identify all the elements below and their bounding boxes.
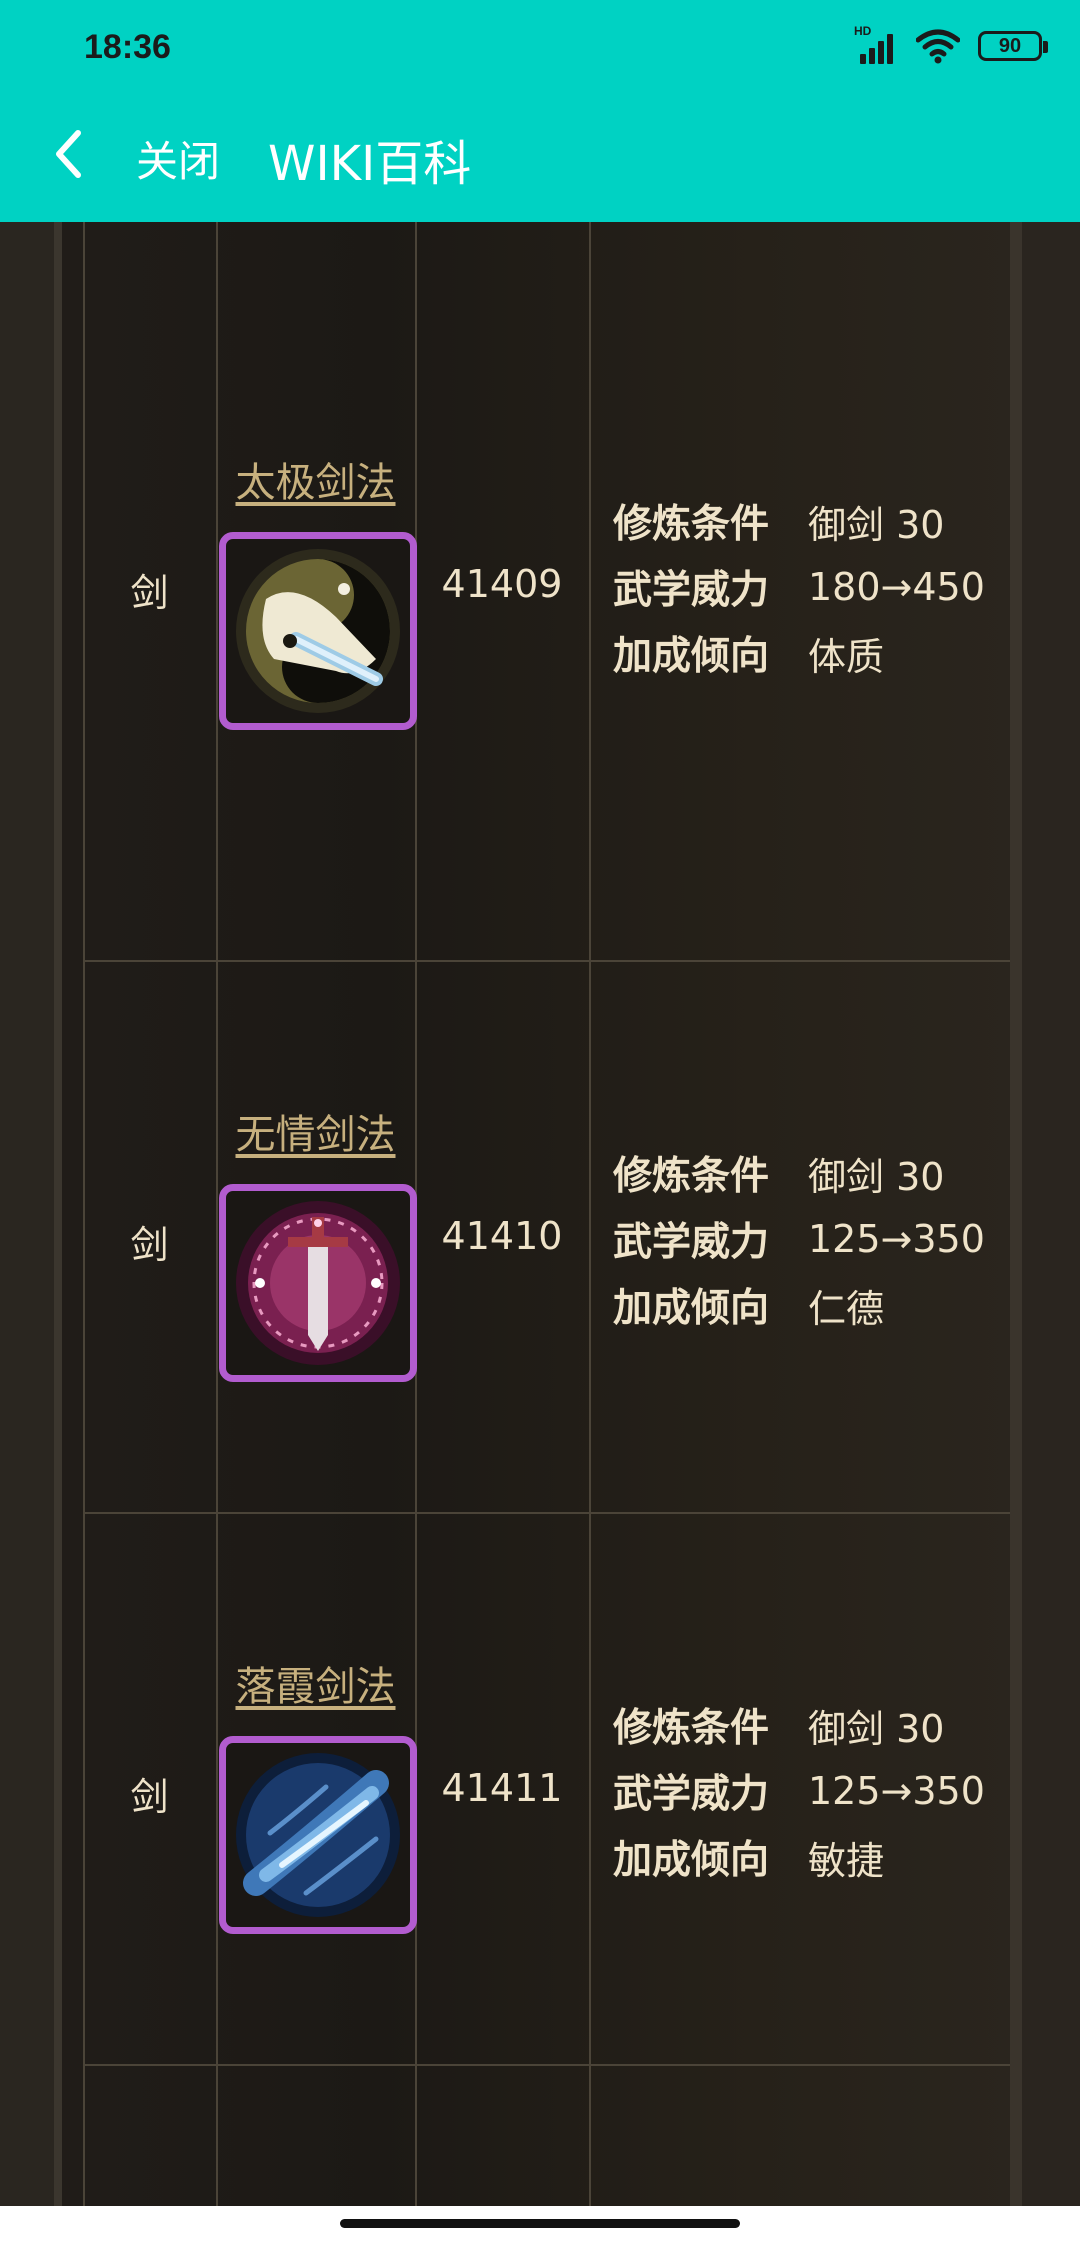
table-row: 剑 太极剑法 41409 修炼条件 御剑 30 武学威力 180→450 加成倾… [83,222,1010,960]
cellular-signal-icon: HD [854,24,898,64]
top-bar: 18:36 HD 90 关闭 WIKI百科 [0,0,1080,222]
table-row: 剑 落霞剑法 41411 修炼条件 御剑 30 武学威力 125→350 加成倾… [83,1514,1010,2064]
attr-bonus: 加成倾向 仁德 [613,1286,885,1331]
taiji-sword-icon[interactable] [219,532,417,730]
attr-bonus: 加成倾向 敏捷 [613,1838,885,1883]
skill-type: 剑 [130,571,169,615]
attr-power: 武学威力 180→450 [613,565,985,613]
attr-requirement: 修炼条件 御剑 30 [613,1706,945,1751]
table-row: 剑 无情剑法 41410 修炼条件 御剑 30 武学威力 125→350 加成倾… [83,962,1010,1512]
skill-id: 41409 [441,562,563,606]
page-title: WIKI百科 [268,136,472,192]
skill-name-link[interactable]: 太极剑法 [216,450,415,508]
skill-name-link[interactable]: 无情剑法 [216,1102,415,1160]
skill-attributes: 修炼条件 御剑 30 武学威力 125→350 加成倾向 仁德 [613,1140,1010,1338]
back-button[interactable] [48,124,88,184]
attr-bonus: 加成倾向 体质 [613,634,885,679]
network-type-label: HD [854,24,872,38]
battery-icon: 90 [978,31,1048,61]
right-border [1010,222,1022,2206]
skills-table: 剑 太极剑法 41409 修炼条件 御剑 30 武学威力 180→450 加成倾… [83,222,1010,2206]
skill-id: 41411 [441,1766,563,1810]
wifi-icon [916,29,960,64]
attr-requirement: 修炼条件 御剑 30 [613,502,945,547]
status-time: 18:36 [84,28,171,66]
attr-power: 武学威力 125→350 [613,1217,985,1265]
sunset-sword-icon[interactable] [219,1736,417,1934]
skill-attributes: 修炼条件 御剑 30 武学威力 125→350 加成倾向 敏捷 [613,1692,1010,1890]
home-indicator[interactable] [340,2219,740,2228]
left-border [0,222,62,2206]
chevron-left-icon [56,130,81,178]
skill-name-link[interactable]: 落霞剑法 [216,1654,415,1712]
status-icons: HD 90 [854,24,1048,66]
close-button[interactable]: 关闭 [136,128,220,189]
skill-attributes: 修炼条件 御剑 30 武学威力 180→450 加成倾向 体质 [613,488,1010,686]
attr-requirement: 修炼条件 御剑 30 [613,1154,945,1199]
skill-id: 41410 [441,1214,563,1258]
wiki-content[interactable]: 剑 太极剑法 41409 修炼条件 御剑 30 武学威力 180→450 加成倾… [0,222,1080,2206]
ruthless-sword-icon[interactable] [219,1184,417,1382]
skill-type: 剑 [130,1223,169,1267]
right-edge [1022,222,1080,2206]
skill-type: 剑 [130,1775,169,1819]
attr-power: 武学威力 125→350 [613,1769,985,1817]
